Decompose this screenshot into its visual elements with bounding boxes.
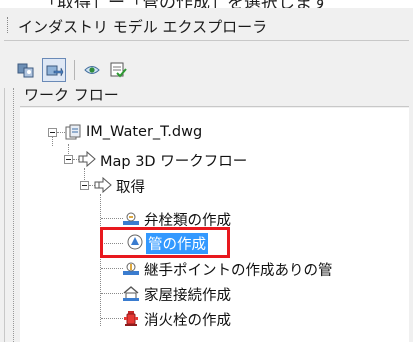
- workflow-arrow-icon: [94, 176, 112, 194]
- workflow-tree: IM_Water_T.dwg Map 3D ワークフロー 取得 弁栓類の作成 管…: [20, 108, 409, 342]
- hydrant-icon: [124, 311, 138, 326]
- tree-connector: [101, 318, 123, 319]
- dwg-document-icon: [65, 124, 81, 140]
- eye-view-icon: [84, 66, 100, 74]
- workflow-view-button[interactable]: [42, 58, 66, 82]
- tree-connector: [101, 293, 123, 294]
- toolbar: [14, 58, 164, 84]
- tree-root-label[interactable]: IM_Water_T.dwg: [86, 124, 202, 140]
- panel-title: インダストリ モデル エクスプローラ: [18, 18, 268, 36]
- workflow-section-header[interactable]: ワーク フロー: [20, 82, 409, 107]
- toolbar-separator: [74, 60, 75, 80]
- tree-connector: [101, 268, 123, 269]
- workflow-arrow-icon: [78, 150, 96, 168]
- callout-highlight-box: [100, 227, 230, 258]
- workflow-view-icon: [46, 65, 64, 77]
- root-collapse-toggle[interactable]: [48, 128, 57, 137]
- checklist-button[interactable]: [106, 58, 130, 82]
- valve-icon: [123, 212, 139, 225]
- panel-titlebar[interactable]: インダストリ モデル エクスプローラ: [4, 12, 409, 41]
- checklist-icon: [110, 62, 127, 78]
- house-connection-icon: [123, 286, 139, 301]
- joint-pipe-icon: [123, 262, 139, 275]
- tree-connector: [84, 168, 85, 182]
- workflow-section-label: ワーク フロー: [24, 86, 119, 104]
- workflow-collapse-toggle[interactable]: [64, 155, 73, 164]
- tree-group-label[interactable]: 取得: [116, 176, 145, 197]
- tree-item-hydrant[interactable]: 消火栓の作成: [144, 309, 231, 330]
- cropped-top-text: 「取得」ー「管の作成」を選択します: [0, 0, 413, 8]
- tree-item-house-connection[interactable]: 家屋接続作成: [144, 284, 231, 305]
- tree-workflow-label[interactable]: Map 3D ワークフロー: [100, 150, 247, 171]
- tree-item-joint-pipe[interactable]: 継手ポイントの作成ありの管: [144, 259, 333, 280]
- eye-view-button[interactable]: [80, 58, 104, 82]
- industry-model-icon: [17, 63, 34, 78]
- group-collapse-toggle[interactable]: [80, 181, 89, 190]
- tree-connector: [52, 136, 53, 146]
- tree-connector: [101, 218, 123, 219]
- drag-grip-icon[interactable]: [7, 17, 10, 33]
- tree-connector: [100, 194, 101, 326]
- industry-model-button[interactable]: [14, 58, 38, 82]
